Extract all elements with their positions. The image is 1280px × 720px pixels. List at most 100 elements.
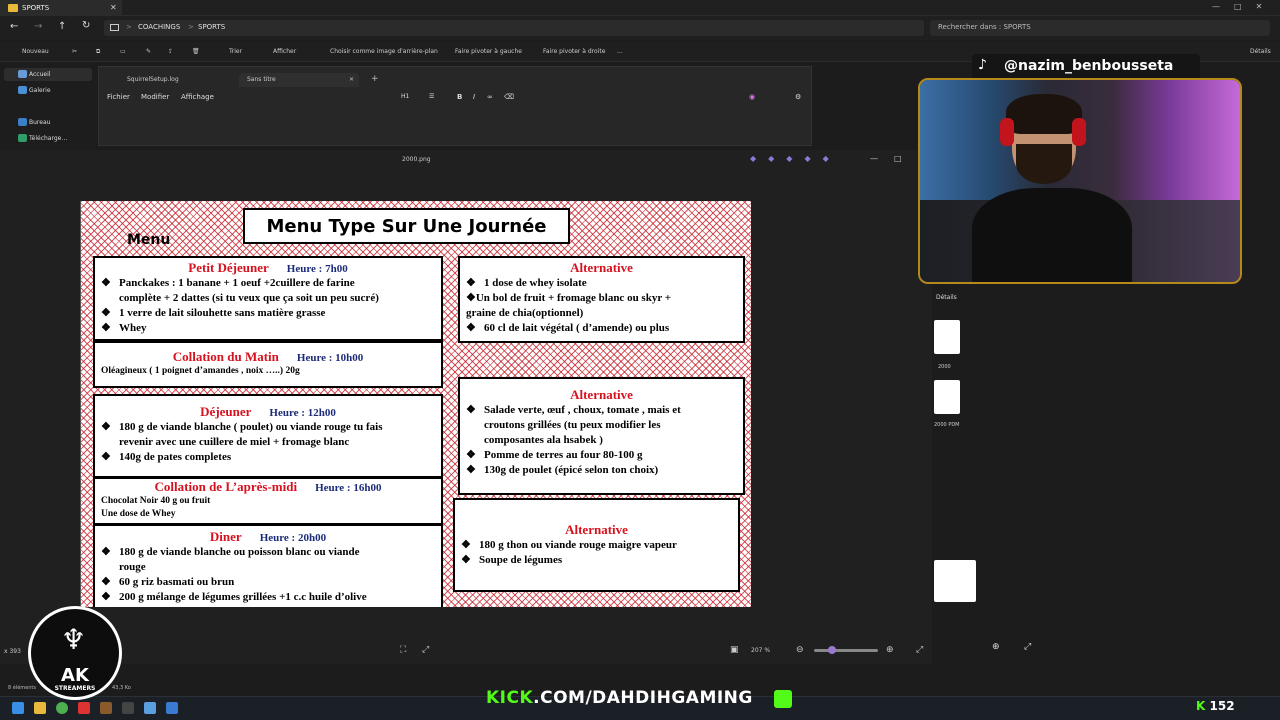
view-button[interactable]: Afficher bbox=[273, 48, 296, 55]
notepad-icon[interactable] bbox=[144, 702, 156, 714]
menu-affichage[interactable]: Affichage bbox=[181, 93, 214, 101]
back-icon[interactable]: ← bbox=[10, 21, 18, 32]
viewer-tools[interactable]: ◆◆◆◆◆ bbox=[750, 154, 841, 163]
search-input[interactable]: Rechercher dans : SPORTS bbox=[930, 20, 1270, 36]
nav-item-gallery[interactable]: Galerie bbox=[4, 84, 92, 97]
chrome-icon[interactable] bbox=[56, 702, 68, 714]
rotate-right-button[interactable]: Faire pivoter à droite bbox=[543, 48, 605, 55]
refresh-icon[interactable]: ↻ bbox=[82, 20, 90, 31]
details-pane-button[interactable]: Détails bbox=[936, 294, 957, 301]
list-item: ❖ Salade verte, œuf , choux, tomate , mai… bbox=[466, 404, 681, 416]
set-background-button[interactable]: Choisir comme image d'arrière-plan bbox=[330, 48, 438, 55]
menu-modifier[interactable]: Modifier bbox=[141, 93, 169, 101]
tab-sans-titre[interactable]: Sans titre bbox=[239, 73, 359, 87]
share-icon[interactable]: ⇪ bbox=[168, 48, 173, 55]
kick-k-icon: K bbox=[1196, 699, 1206, 713]
headset-icon bbox=[1072, 118, 1086, 146]
list-item: Oléagineux ( 1 poignet d’amandes , noix … bbox=[101, 366, 300, 376]
actual-size-icon[interactable]: ⤢ bbox=[422, 645, 429, 655]
app-icon[interactable] bbox=[78, 702, 90, 714]
list-item: composantes ala hsabek ) bbox=[484, 434, 603, 446]
forward-icon[interactable]: → bbox=[34, 21, 42, 32]
explorer-tab-sports[interactable]: SPORTS ✕ bbox=[0, 0, 122, 16]
list-icon[interactable]: ☰ bbox=[429, 93, 434, 100]
file-thumbnail-2000-pdm[interactable] bbox=[934, 380, 960, 414]
breadcrumb-sports[interactable]: SPORTS bbox=[198, 23, 225, 31]
windows-start-icon[interactable] bbox=[12, 702, 24, 714]
italic-icon[interactable]: I bbox=[473, 93, 475, 101]
list-item: rouge bbox=[119, 561, 146, 573]
nav-item-home[interactable]: Accueil bbox=[4, 68, 92, 81]
section-title: Alternative bbox=[570, 387, 633, 402]
zoom-slider[interactable] bbox=[814, 649, 878, 652]
list-item: ❖ Whey bbox=[101, 322, 147, 334]
sort-button[interactable]: Trier bbox=[229, 48, 242, 55]
app-icon[interactable] bbox=[100, 702, 112, 714]
list-item: ❖ 130g de poulet (épicé selon ton choix) bbox=[466, 464, 659, 476]
up-icon[interactable]: ↑ bbox=[58, 21, 66, 32]
settings-icon[interactable]: ⚙ bbox=[795, 93, 801, 101]
section-hour: Heure : 12h00 bbox=[269, 407, 336, 419]
add-tab-icon[interactable]: + bbox=[371, 74, 379, 84]
collation-aprem-box: Collation de L’après-midi Heure : 16h00 C… bbox=[93, 477, 443, 525]
nav-item-downloads[interactable]: Télécharge… bbox=[4, 132, 92, 145]
copy-icon[interactable]: ⧉ bbox=[96, 48, 100, 56]
file-thumbnail-2000[interactable] bbox=[934, 320, 960, 354]
breadcrumb-separator: > bbox=[126, 23, 132, 31]
heading-button[interactable]: H1 bbox=[401, 93, 409, 100]
minimize-icon[interactable]: — bbox=[1212, 2, 1234, 11]
zoom-level[interactable]: 207 % bbox=[751, 647, 770, 654]
fullscreen-view-icon[interactable]: ▣ bbox=[730, 645, 739, 655]
maximize-icon[interactable]: □ bbox=[1234, 2, 1256, 11]
tab-squirrel-log[interactable]: SquirrelSetup.log bbox=[119, 73, 179, 87]
kick-url: .COM/DAHDIHGAMING bbox=[533, 688, 753, 708]
explorer-tab-bar bbox=[0, 0, 1280, 16]
list-item: Une dose de Whey bbox=[101, 509, 176, 519]
zoom-in-icon[interactable]: ⊕ bbox=[992, 642, 1000, 652]
photos-icon[interactable] bbox=[166, 702, 178, 714]
copilot-icon[interactable]: ◉ bbox=[749, 93, 755, 101]
delete-icon[interactable]: 🗑 bbox=[192, 48, 200, 55]
zoom-in-icon[interactable]: ⊕ bbox=[886, 645, 894, 655]
minimize-icon[interactable]: — bbox=[870, 154, 878, 163]
zoom-out-icon[interactable]: ⊖ bbox=[796, 645, 804, 655]
list-item: ❖ Soupe de légumes bbox=[461, 554, 563, 566]
clear-format-icon[interactable]: ⌫ bbox=[504, 93, 514, 101]
expand-icon[interactable]: ⤢ bbox=[916, 645, 923, 655]
list-item: complète + 2 dattes (si tu veux que ça s… bbox=[119, 292, 379, 304]
expand-icon[interactable]: ⤢ bbox=[1024, 642, 1031, 652]
list-item: ❖ Pomme de terres au four 80-100 g bbox=[466, 449, 643, 461]
nav-label: Accueil bbox=[29, 71, 51, 78]
list-item: ❖Un bol de fruit + fromage blanc ou skyr… bbox=[466, 292, 672, 304]
cut-icon[interactable]: ✂ bbox=[72, 48, 77, 55]
list-item: graine de chia(optionnel) bbox=[466, 307, 584, 319]
logo-text: AK bbox=[61, 665, 89, 686]
new-button[interactable]: Nouveau bbox=[22, 48, 49, 55]
more-button[interactable]: ... bbox=[617, 48, 623, 55]
dejeuner-box: Déjeuner Heure : 12h00 ❖ 180 g de viande b… bbox=[93, 394, 443, 478]
nav-label: Télécharge… bbox=[29, 135, 68, 142]
close-icon[interactable]: ✕ bbox=[110, 3, 117, 12]
close-tab-icon[interactable]: ✕ bbox=[349, 76, 354, 83]
file-label: 2000 bbox=[938, 364, 951, 370]
breadcrumb-coachings[interactable]: COACHINGS bbox=[138, 23, 180, 31]
app-icon[interactable] bbox=[122, 702, 134, 714]
rename-icon[interactable]: ✎ bbox=[146, 48, 151, 55]
rotate-left-button[interactable]: Faire pivoter à gauche bbox=[455, 48, 522, 55]
close-window-icon[interactable]: ✕ bbox=[1256, 2, 1277, 11]
menu-fichier[interactable]: Fichier bbox=[107, 93, 130, 101]
link-icon[interactable]: ∞ bbox=[487, 93, 493, 101]
section-hour: Heure : 10h00 bbox=[296, 352, 364, 364]
nav-item-desktop[interactable]: Bureau bbox=[4, 116, 92, 129]
viewer-title-bar: 2000.png ◆◆◆◆◆ — □ bbox=[0, 150, 932, 168]
file-explorer-icon[interactable] bbox=[34, 702, 46, 714]
nav-label: Galerie bbox=[29, 87, 51, 94]
zoom-slider-thumb[interactable] bbox=[828, 646, 836, 654]
address-field[interactable]: > COACHINGS > SPORTS bbox=[104, 20, 924, 36]
fit-icon[interactable]: ⛶ bbox=[400, 645, 406, 655]
list-item: ❖ 180 g thon ou viande rouge maigre vapeu… bbox=[461, 539, 677, 551]
maximize-icon[interactable]: □ bbox=[894, 154, 902, 163]
bold-icon[interactable]: B bbox=[457, 93, 462, 101]
paste-icon[interactable]: ▭ bbox=[120, 48, 126, 55]
details-button[interactable]: Détails bbox=[1250, 48, 1271, 55]
